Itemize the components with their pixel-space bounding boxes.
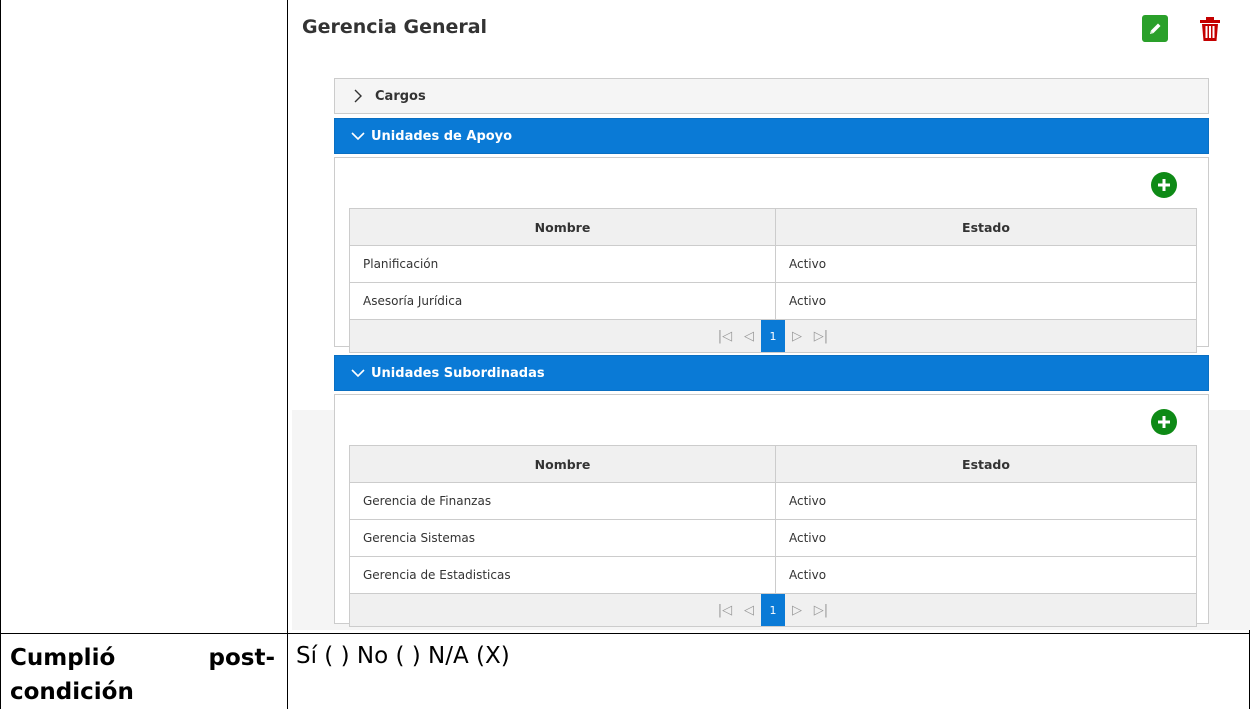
- accordion-content-apoyo: Nombre Estado Planificación Activo Aseso…: [334, 157, 1209, 353]
- table-row[interactable]: Planificación Activo: [349, 245, 1197, 283]
- table-border-left: [0, 0, 1, 709]
- pager-row: |◁ ◁ 1 ▷ ▷|: [349, 319, 1197, 353]
- prev-page-icon[interactable]: ◁: [737, 594, 761, 626]
- column-header-nombre[interactable]: Nombre: [349, 208, 776, 246]
- accordion-unidades-apoyo[interactable]: Unidades de Apoyo: [334, 118, 1209, 154]
- accordion-content-subordinadas: Nombre Estado Gerencia de Finanzas Activ…: [334, 394, 1209, 627]
- pencil-icon: [1150, 23, 1161, 34]
- postcondition-label: Cumplió post- condición: [10, 641, 275, 709]
- last-page-icon[interactable]: ▷|: [809, 594, 833, 626]
- cell-estado: Activo: [775, 245, 1197, 283]
- first-page-icon[interactable]: |◁: [713, 320, 737, 352]
- plus-icon: [1158, 416, 1170, 428]
- accordion-unidades-subordinadas[interactable]: Unidades Subordinadas: [334, 355, 1209, 391]
- last-page-icon[interactable]: ▷|: [809, 320, 833, 352]
- embedded-screenshot: Gerencia General Cargos Unidades de Apoy…: [278, 0, 1250, 630]
- next-page-icon[interactable]: ▷: [785, 594, 809, 626]
- subordinadas-table: Nombre Estado Gerencia de Finanzas Activ…: [349, 445, 1197, 627]
- postcondition-value: Sí ( ) No ( ) N/A (X): [296, 643, 510, 669]
- chevron-down-icon: [351, 369, 365, 378]
- chevron-down-icon: [351, 132, 365, 141]
- paginator: |◁ ◁ 1 ▷ ▷|: [713, 320, 833, 352]
- apoyo-table: Nombre Estado Planificación Activo Aseso…: [349, 208, 1197, 353]
- page-number[interactable]: 1: [761, 594, 785, 626]
- chevron-right-icon: [354, 89, 362, 103]
- accordion-label: Cargos: [375, 88, 426, 104]
- cell-estado: Activo: [775, 282, 1197, 320]
- label-line-2: condición: [10, 679, 134, 705]
- accordion-label: Unidades de Apoyo: [371, 128, 513, 144]
- cell-nombre: Planificación: [349, 245, 776, 283]
- cell-nombre: Asesoría Jurídica: [349, 282, 776, 320]
- column-header-estado[interactable]: Estado: [775, 445, 1197, 483]
- table-row[interactable]: Gerencia de Finanzas Activo: [349, 482, 1197, 520]
- table-row[interactable]: Gerencia de Estadisticas Activo: [349, 556, 1197, 594]
- accordion-label: Unidades Subordinadas: [371, 365, 545, 381]
- page-number[interactable]: 1: [761, 320, 785, 352]
- paginator: |◁ ◁ 1 ▷ ▷|: [713, 594, 833, 626]
- trash-icon: [1200, 17, 1220, 41]
- table-row[interactable]: Asesoría Jurídica Activo: [349, 282, 1197, 320]
- column-header-nombre[interactable]: Nombre: [349, 445, 776, 483]
- cell-nombre: Gerencia Sistemas: [349, 519, 776, 557]
- column-header-estado[interactable]: Estado: [775, 208, 1197, 246]
- plus-icon: [1158, 179, 1170, 191]
- label-word-2: post-: [208, 645, 276, 671]
- label-word-1: Cumplió: [10, 645, 116, 671]
- next-page-icon[interactable]: ▷: [785, 320, 809, 352]
- cell-nombre: Gerencia de Estadisticas: [349, 556, 776, 594]
- pager-row: |◁ ◁ 1 ▷ ▷|: [349, 593, 1197, 627]
- delete-button[interactable]: [1197, 15, 1223, 43]
- cell-nombre: Gerencia de Finanzas: [349, 482, 776, 520]
- add-unidad-subordinada-button[interactable]: [1151, 409, 1177, 435]
- table-row[interactable]: Gerencia Sistemas Activo: [349, 519, 1197, 557]
- prev-page-icon[interactable]: ◁: [737, 320, 761, 352]
- table-row-divider: [0, 633, 1250, 634]
- add-unidad-apoyo-button[interactable]: [1151, 172, 1177, 198]
- first-page-icon[interactable]: |◁: [713, 594, 737, 626]
- cell-estado: Activo: [775, 482, 1197, 520]
- cell-estado: Activo: [775, 519, 1197, 557]
- edit-button[interactable]: [1142, 15, 1168, 42]
- accordion-cargos[interactable]: Cargos: [334, 78, 1209, 114]
- cell-estado: Activo: [775, 556, 1197, 594]
- page-title: Gerencia General: [302, 16, 488, 38]
